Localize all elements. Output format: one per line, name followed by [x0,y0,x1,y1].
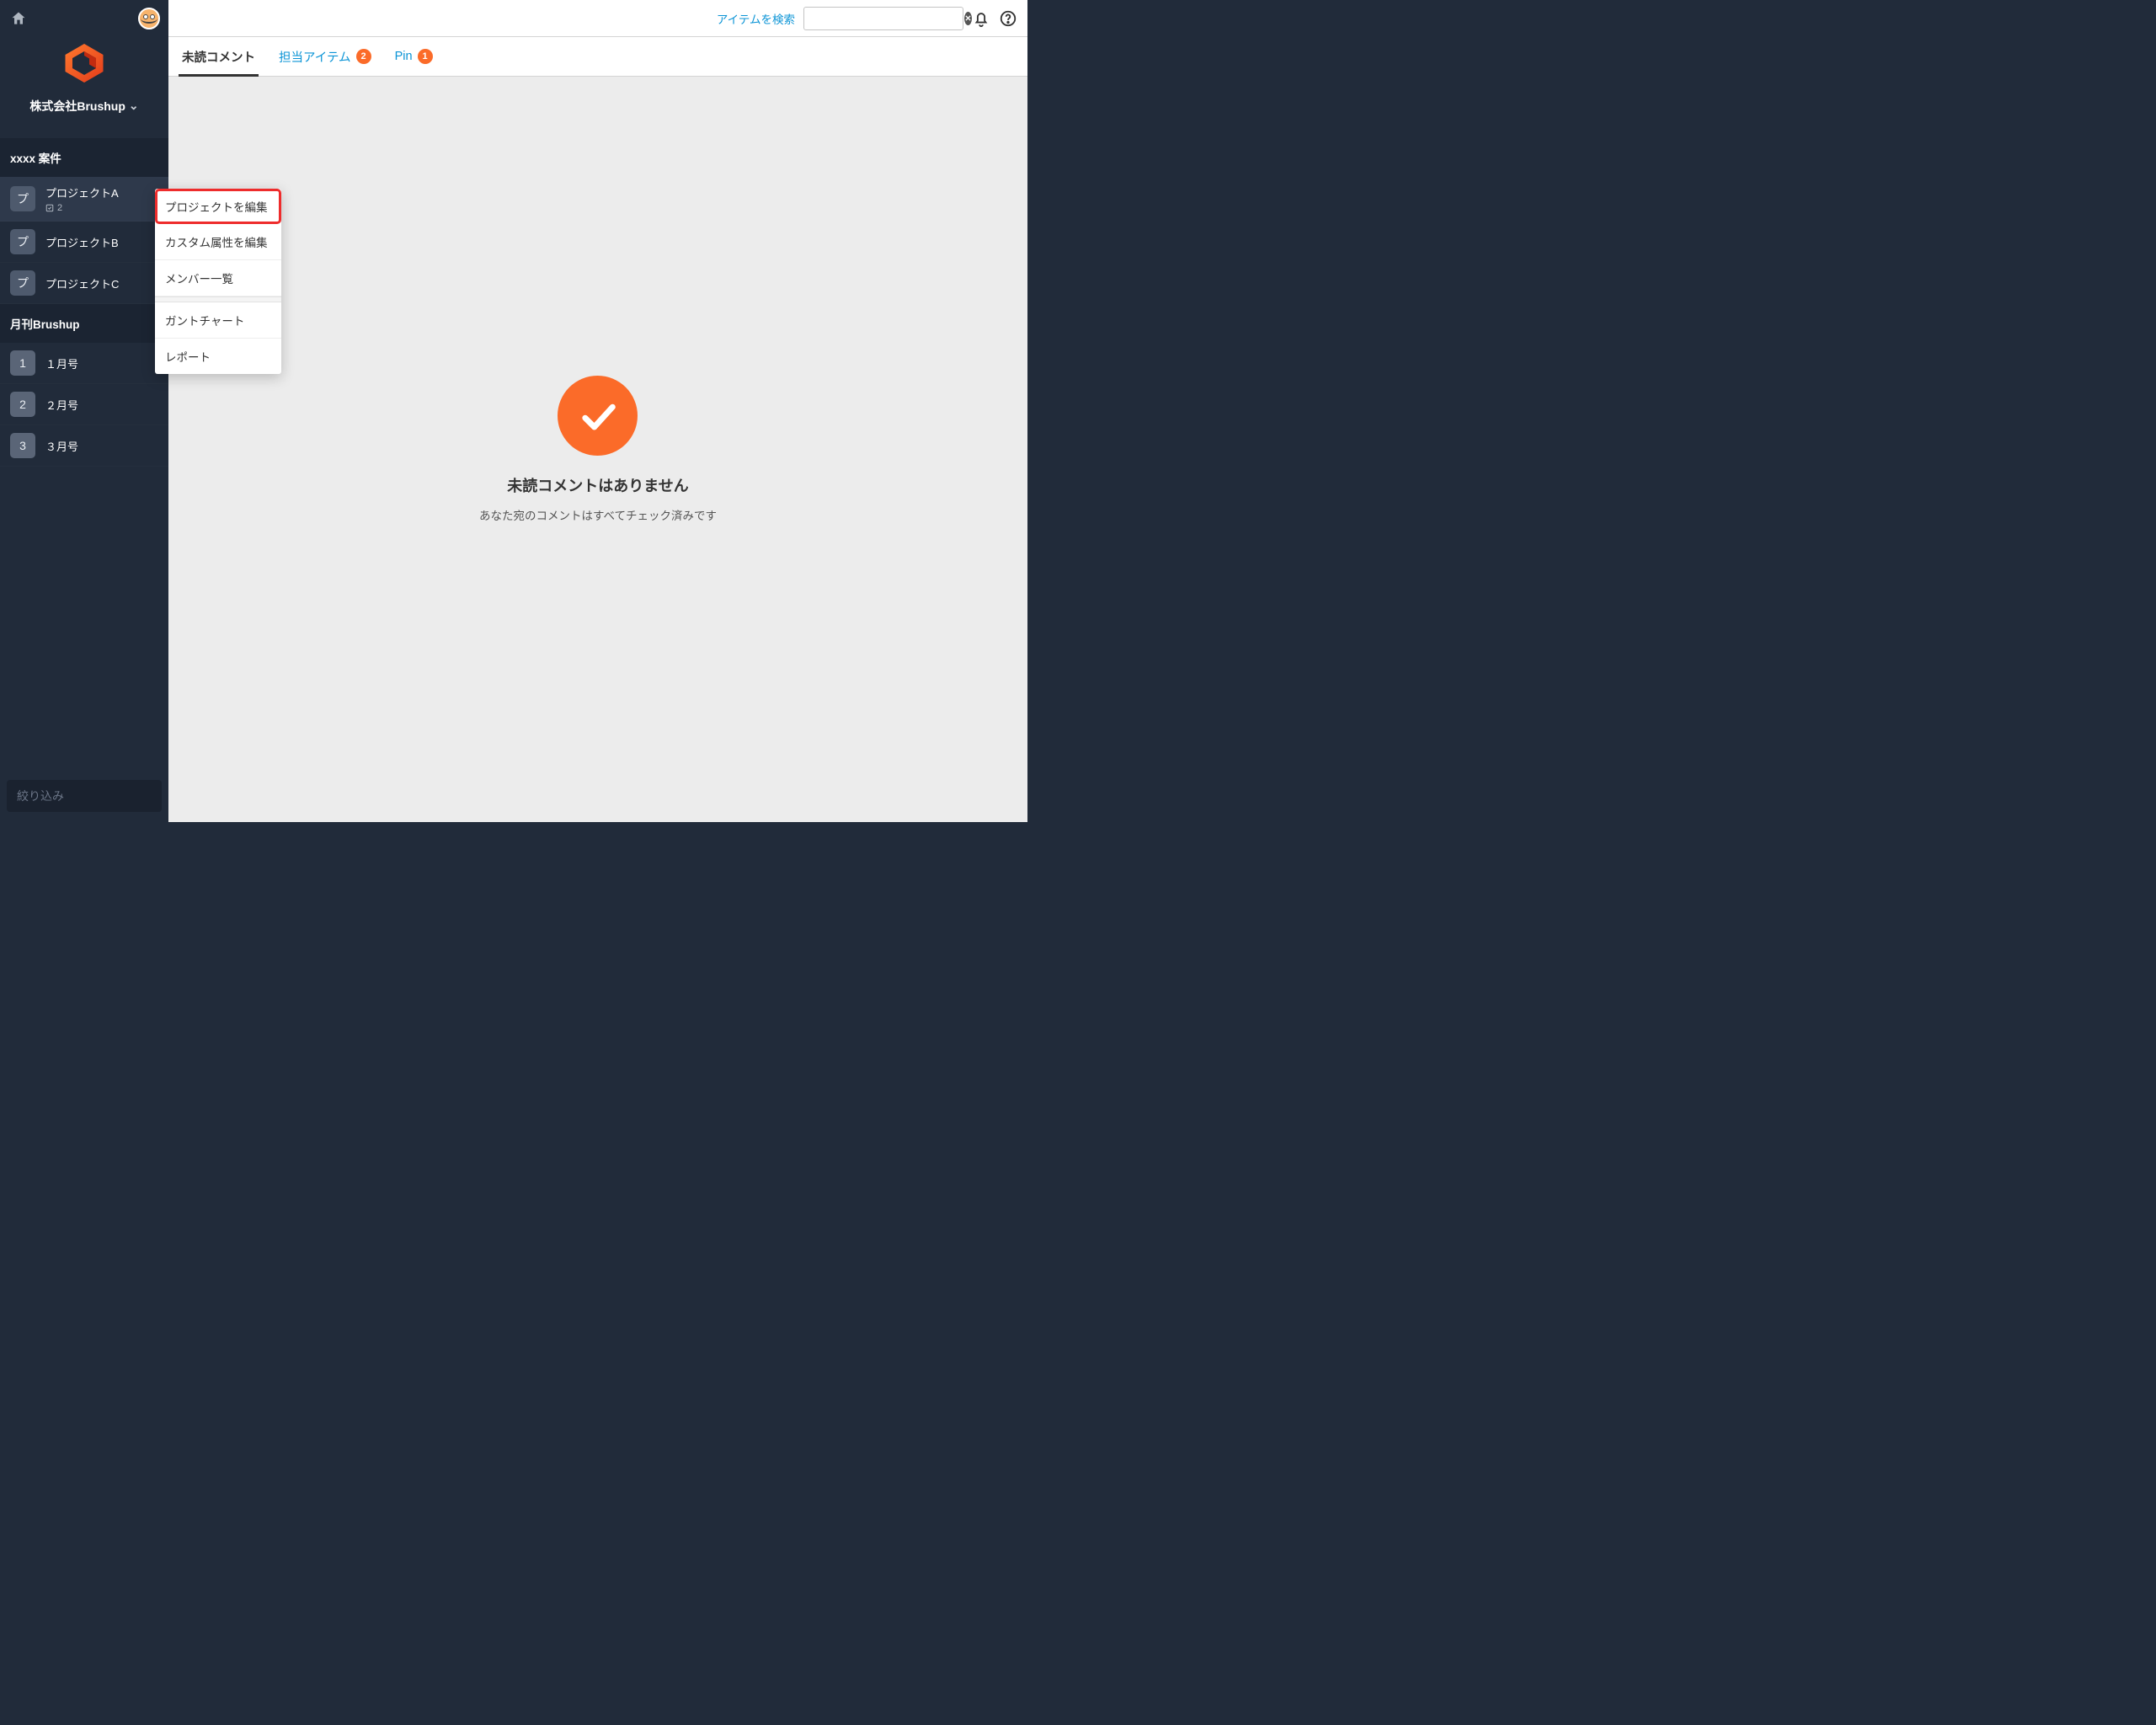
menu-edit-custom-attributes[interactable]: カスタム属性を編集 [155,224,281,260]
sidebar-item-jan[interactable]: 1 １月号 [0,343,168,384]
search-input[interactable] [809,12,964,24]
help-button[interactable] [999,9,1017,28]
empty-title: 未読コメントはありません [479,474,717,496]
org-name: 株式会社Brushup [29,98,125,115]
content-area: 未読コメントはありません あなた宛のコメントはすべてチェック済みです [168,77,1027,822]
tabs: 未読コメント 担当アイテム 2 Pin 1 [168,37,1027,77]
search-box[interactable] [803,7,963,30]
menu-separator [155,296,281,302]
sidebar-item-project-a[interactable]: プ プロジェクトA 2 [0,177,168,222]
project-badge: プ [10,270,35,296]
sidebar-item-label: ２月号 [45,397,78,413]
topbar: アイテムを検索 [168,0,1027,37]
check-icon [576,394,620,438]
sidebar-item-label: プロジェクトB [45,234,119,250]
empty-subtitle: あなた宛のコメントはすべてチェック済みです [479,506,717,523]
tab-count-badge: 2 [356,49,371,64]
sidebar-item-label: ３月号 [45,438,78,454]
tab-label: Pin [395,50,413,63]
tab-count-badge: 1 [418,49,433,64]
sidebar-item-label: １月号 [45,355,78,371]
clear-search-button[interactable] [964,12,972,25]
tab-assigned-items[interactable]: 担当アイテム 2 [279,37,371,76]
bell-icon [972,9,990,28]
project-context-menu: プロジェクトを編集 カスタム属性を編集 メンバー一覧 ガントチャート レポート [155,189,281,374]
sidebar-item-feb[interactable]: 2 ２月号 [0,384,168,425]
user-avatar[interactable] [138,8,160,29]
home-icon [10,10,27,27]
group-header-anken[interactable]: xxxx 案件 [0,138,168,177]
search-link[interactable]: アイテムを検索 [717,10,795,27]
filter-input[interactable] [7,780,162,812]
tab-unread-comments[interactable]: 未読コメント [182,37,255,76]
menu-members-list[interactable]: メンバー一覧 [155,260,281,296]
chevron-down-icon: ⌄ [129,99,139,113]
tab-label: 担当アイテム [279,48,351,66]
checkbox-icon [45,204,54,212]
sidebar-item-label: プロジェクトC [45,275,119,291]
sidebar-item-project-b[interactable]: プ プロジェクトB [0,222,168,263]
tab-pin[interactable]: Pin 1 [395,37,433,76]
sidebar: 株式会社Brushup ⌄ xxxx 案件 プ プロジェクトA 2 [0,0,168,822]
menu-report[interactable]: レポート [155,339,281,374]
brushup-logo-icon [63,44,105,83]
sidebar-nav: xxxx 案件 プ プロジェクトA 2 プ プロジェクトB [0,138,168,772]
item-sub-count: 2 [57,203,62,213]
project-badge: 2 [10,392,35,417]
main: アイテムを検索 [168,0,1027,822]
menu-gantt-chart[interactable]: ガントチャート [155,302,281,339]
tab-label: 未読コメント [182,48,255,66]
close-icon [964,14,972,22]
org-switcher[interactable]: 株式会社Brushup ⌄ [29,98,138,115]
home-button[interactable] [8,8,29,29]
menu-edit-project[interactable]: プロジェクトを編集 [155,189,281,224]
project-badge: 3 [10,433,35,458]
project-badge: プ [10,186,35,211]
group-header-monthly[interactable]: 月刊Brushup [0,304,168,343]
notifications-button[interactable] [972,9,990,28]
sidebar-item-mar[interactable]: 3 ３月号 [0,425,168,467]
sidebar-item-project-c[interactable]: プ プロジェクトC [0,263,168,304]
help-icon [999,9,1017,28]
empty-state: 未読コメントはありません あなた宛のコメントはすべてチェック済みです [479,376,717,523]
empty-check-icon [558,376,638,456]
project-badge: 1 [10,350,35,376]
sidebar-item-label: プロジェクトA [45,184,119,200]
project-badge: プ [10,229,35,254]
